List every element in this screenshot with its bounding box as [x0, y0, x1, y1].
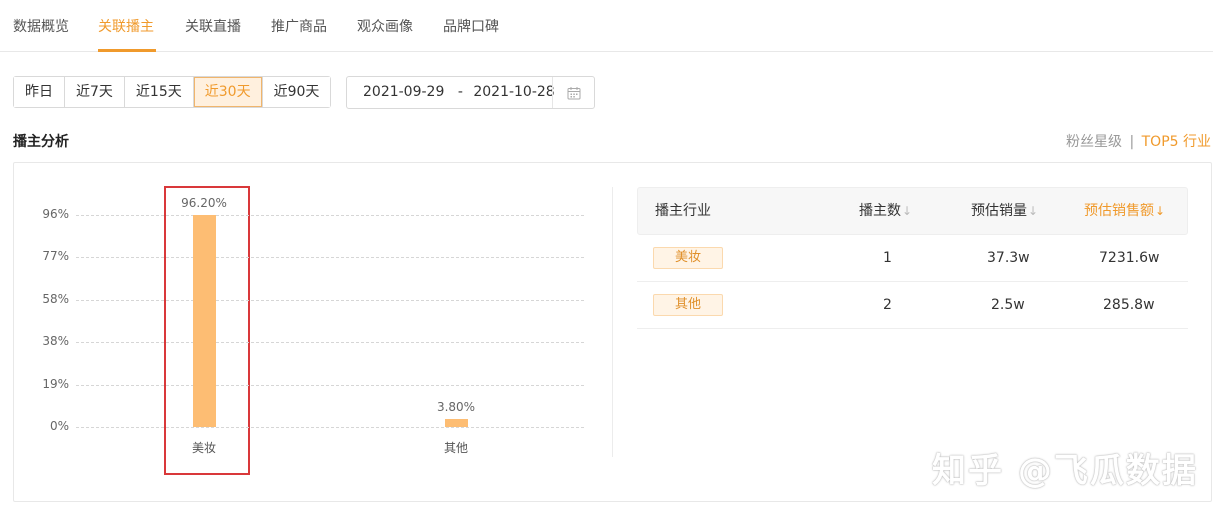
sort-arrow-icon: ↓ — [1028, 204, 1039, 218]
chart-view-switch: 粉丝星级 | TOP5 行业 — [1066, 131, 1211, 151]
gridline — [76, 384, 584, 386]
y-tick-label: 19% — [42, 376, 69, 391]
header-est-sales-label: 预估销量 — [971, 203, 1027, 219]
date-range-selector: 昨日 近7天 近15天 近30天 近90天 — [13, 76, 332, 108]
tab-audience-profile[interactable]: 观众画像 — [357, 16, 413, 36]
tab-data-overview[interactable]: 数据概览 — [13, 16, 69, 36]
bar-1[interactable] — [444, 418, 468, 427]
date-range-text: 2021-09-29 - 2021-10-28 — [363, 77, 555, 108]
range-90d-button[interactable]: 近90天 — [262, 77, 331, 107]
range-30d-button[interactable]: 近30天 — [193, 77, 263, 107]
industry-bar-chart: 96% 77% 58% 38% 19% 0% 96.20% 美妆 3.80% 其他 — [14, 163, 612, 503]
fans-level-link[interactable]: 粉丝星级 — [1066, 134, 1122, 150]
tab-brand-reputation[interactable]: 品牌口碑 — [443, 16, 499, 36]
y-tick-label: 77% — [42, 249, 69, 264]
active-tab-indicator — [98, 49, 156, 52]
gridline — [76, 299, 584, 301]
top-tabs: 数据概览 关联播主 关联直播 推广商品 观众画像 品牌口碑 — [0, 0, 1213, 52]
header-industry: 播主行业 — [655, 203, 711, 219]
section-title: 播主分析 — [13, 134, 69, 150]
tab-related-live[interactable]: 关联直播 — [185, 16, 241, 36]
panel-divider — [612, 187, 613, 457]
calendar-icon[interactable] — [552, 77, 594, 108]
est-sales: 37.3w — [987, 250, 1030, 266]
header-anchor-count-label: 播主数 — [859, 203, 901, 219]
x-tick-label: 美妆 — [191, 441, 216, 455]
bar-0[interactable] — [192, 215, 216, 427]
anchor-count: 1 — [883, 250, 892, 266]
x-tick-label: 其他 — [443, 441, 468, 455]
gridline — [76, 215, 584, 216]
tab-promoted-products[interactable]: 推广商品 — [271, 16, 327, 36]
est-amount: 285.8w — [1103, 297, 1155, 313]
header-est-sales[interactable]: 预估销量↓ — [971, 188, 1038, 234]
industry-tag: 其他 — [653, 294, 723, 316]
y-tick-label: 38% — [42, 334, 69, 349]
date-range-picker[interactable]: 2021-09-29 - 2021-10-28 — [346, 76, 595, 109]
table-row: 其他 2 2.5w 285.8w — [637, 282, 1188, 329]
header-anchor-count[interactable]: 播主数↓ — [859, 188, 912, 234]
sort-arrow-active-icon: ↓ — [1155, 204, 1166, 218]
gridline — [76, 257, 584, 259]
header-est-amount[interactable]: 预估销售额↓ — [1084, 188, 1165, 234]
est-amount: 7231.6w — [1099, 250, 1160, 266]
bar-value-label: 3.80% — [436, 399, 476, 414]
range-yesterday-button[interactable]: 昨日 — [14, 77, 65, 107]
industry-table: 播主行业 播主数↓ 预估销量↓ 预估销售额↓ 美妆 1 37.3w 7231.6… — [637, 187, 1188, 329]
y-tick-label: 96% — [42, 207, 69, 221]
watermark: 知乎 @飞瓜数据 — [932, 451, 1198, 491]
range-7d-button[interactable]: 近7天 — [65, 77, 125, 107]
top5-industry-link[interactable]: TOP5 行业 — [1142, 134, 1211, 150]
sort-arrow-icon: ↓ — [902, 204, 913, 218]
tab-related-anchors[interactable]: 关联播主 — [98, 16, 154, 36]
range-15d-button[interactable]: 近15天 — [124, 77, 194, 107]
gridline — [76, 342, 584, 344]
anchor-count: 2 — [883, 297, 892, 313]
industry-tag: 美妆 — [653, 247, 723, 269]
y-tick-label: 58% — [42, 291, 69, 306]
link-divider: | — [1129, 134, 1135, 150]
table-row: 美妆 1 37.3w 7231.6w — [637, 235, 1188, 282]
est-sales: 2.5w — [991, 297, 1025, 313]
table-header: 播主行业 播主数↓ 预估销量↓ 预估销售额↓ — [637, 187, 1188, 235]
date-separator: - — [457, 84, 463, 100]
end-date: 2021-10-28 — [473, 84, 555, 100]
bar-value-label: 96.20% — [181, 196, 227, 210]
header-est-amount-label: 预估销售额 — [1084, 203, 1154, 219]
y-tick-label: 0% — [49, 419, 69, 433]
gridline — [76, 427, 584, 428]
start-date: 2021-09-29 — [363, 84, 445, 100]
